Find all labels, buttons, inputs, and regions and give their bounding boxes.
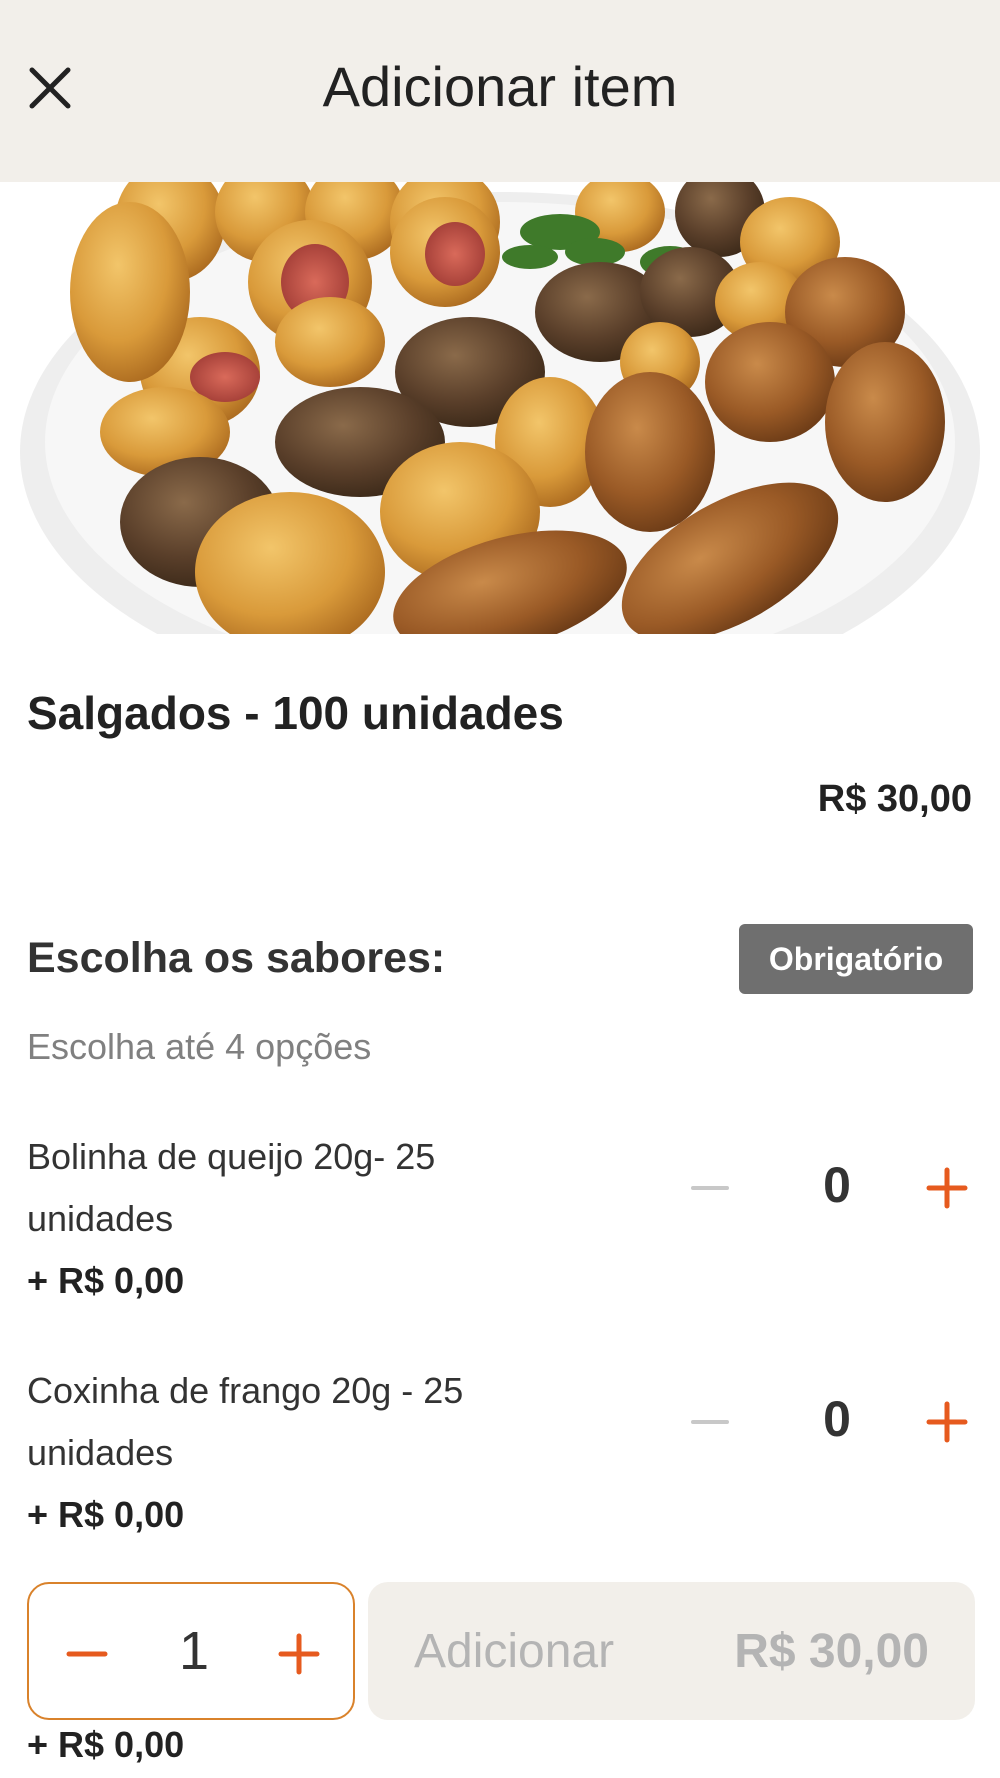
- add-to-cart-button[interactable]: Adicionar R$ 30,00: [368, 1582, 975, 1720]
- option-name: Coxinha de frango 20g - 25 unidades: [27, 1370, 464, 1473]
- plus-icon: [926, 1401, 968, 1443]
- product-image: [0, 182, 1000, 634]
- minus-icon: [691, 1420, 729, 1424]
- option-increment-button[interactable]: [919, 1394, 975, 1450]
- add-button-label: Adicionar: [414, 1625, 615, 1678]
- product-price: R$ 30,00: [817, 778, 972, 820]
- option-increment-button[interactable]: [919, 1160, 975, 1216]
- option-name: Bolinha de queijo 20g- 25 unidades: [27, 1136, 436, 1239]
- option-decrement-button[interactable]: [682, 1160, 738, 1216]
- bottom-action-bar: 1 Adicionar R$ 30,00: [0, 1560, 1000, 1778]
- plus-icon: [278, 1633, 320, 1675]
- header-bar: Adicionar item: [0, 0, 1000, 182]
- quantity-increment-button[interactable]: [269, 1624, 329, 1684]
- quantity-value: 1: [178, 1621, 210, 1681]
- option-item: Coxinha de frango 20g - 25 unidades + R$…: [27, 1360, 973, 1560]
- options-section-subtitle: Escolha até 4 opções: [27, 1026, 372, 1067]
- minus-icon: [66, 1651, 108, 1657]
- option-count: 0: [823, 1157, 851, 1213]
- option-count: 0: [823, 1391, 851, 1447]
- quantity-decrement-button[interactable]: [57, 1624, 117, 1684]
- plus-icon: [926, 1167, 968, 1209]
- product-title: Salgados - 100 unidades: [27, 687, 564, 739]
- page-title: Adicionar item: [322, 55, 678, 118]
- quantity-stepper: 1: [27, 1582, 355, 1720]
- add-button-total: R$ 30,00: [734, 1625, 929, 1678]
- option-price: + R$ 0,00: [27, 1260, 185, 1301]
- option-price: + R$ 0,00: [27, 1494, 185, 1535]
- required-badge: Obrigatório: [739, 924, 973, 994]
- option-item: Bolinha de queijo 20g- 25 unidades + R$ …: [27, 1126, 973, 1326]
- options-section-title: Escolha os sabores:: [27, 934, 446, 982]
- option-decrement-button[interactable]: [682, 1394, 738, 1450]
- minus-icon: [691, 1186, 729, 1190]
